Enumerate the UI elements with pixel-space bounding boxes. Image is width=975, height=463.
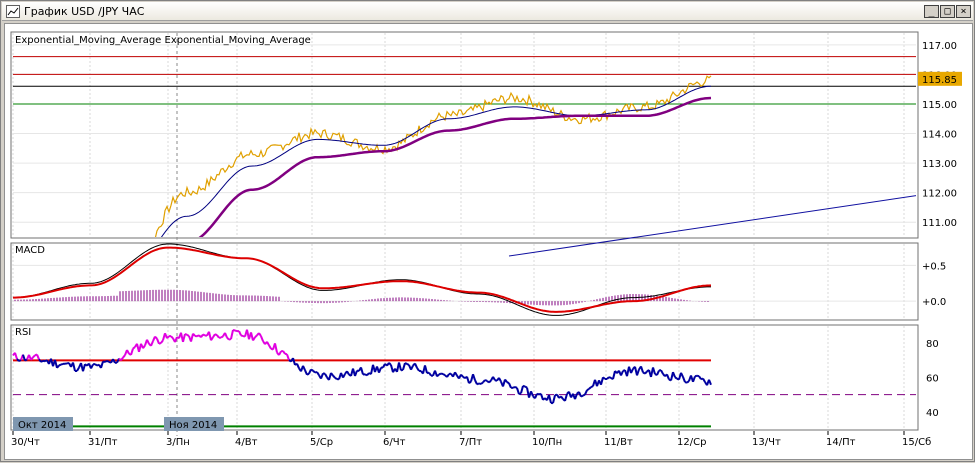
rsi-segment — [525, 387, 527, 388]
rsi-segment — [469, 382, 471, 384]
rsi-segment — [591, 386, 593, 387]
rsi-segment — [221, 336, 223, 337]
rsi-segment — [581, 396, 583, 397]
rsi-segment — [33, 355, 35, 357]
macd-tick-label: +0.0 — [922, 297, 946, 308]
price-tick-label: 113.00 — [922, 159, 957, 170]
rsi-segment — [203, 334, 205, 335]
indicator-label: Exponential_Moving_Average Exponential_M… — [15, 35, 311, 46]
rsi-segment — [59, 365, 61, 366]
rsi-segment — [311, 369, 313, 370]
rsi-segment — [133, 347, 135, 349]
price-tick-label: 114.00 — [922, 130, 957, 141]
rsi-segment — [19, 360, 21, 361]
rsi-segment — [229, 339, 231, 340]
rsi-segment — [25, 359, 27, 360]
last-price-label: 115.85 — [922, 75, 957, 86]
rsi-segment — [675, 377, 677, 379]
time-axis-label: 31/Пт — [88, 437, 118, 448]
rsi-segment — [523, 386, 525, 387]
rsi-segment — [477, 383, 479, 384]
rsi-segment — [587, 389, 589, 390]
price-tick-label: 112.00 — [922, 189, 957, 200]
time-axis-label: 13/Чт — [752, 437, 781, 448]
price-tick-label: 117.00 — [922, 41, 957, 52]
time-axis-label: 3/Пн — [166, 437, 190, 448]
rsi-segment — [313, 371, 315, 373]
time-axis-label: 15/Сб — [902, 437, 931, 448]
rsi-segment — [159, 343, 161, 344]
rsi-segment — [603, 377, 605, 379]
rsi-segment — [439, 374, 441, 375]
rsi-tick-label: 40 — [926, 408, 939, 419]
time-axis-label: 12/Ср — [677, 437, 706, 448]
rsi-segment — [61, 364, 63, 365]
rsi-segment — [241, 335, 243, 336]
rsi-segment — [405, 363, 407, 364]
rsi-segment — [107, 361, 109, 362]
rsi-segment — [589, 387, 591, 389]
rsi-segment — [583, 395, 585, 396]
rsi-segment — [437, 374, 439, 376]
rsi-segment — [443, 374, 445, 375]
time-axis-label: 5/Ср — [310, 437, 333, 448]
rsi-segment — [537, 394, 539, 395]
rsi-segment — [187, 335, 189, 336]
time-axis-label: 14/Пт — [826, 437, 856, 448]
rsi-segment — [185, 334, 187, 335]
rsi-segment — [41, 361, 43, 362]
rsi-segment — [255, 335, 257, 337]
rsi-segment — [515, 387, 517, 388]
rsi-label: RSI — [15, 327, 31, 338]
price-tick-label: 111.00 — [922, 218, 957, 229]
rsi-segment — [235, 330, 237, 331]
time-axis-label: 11/Вт — [604, 437, 633, 448]
chart-window: График USD /JPY ЧАС _ □ × 117.00116.0011… — [0, 0, 975, 462]
rsi-segment — [285, 354, 287, 355]
rsi-segment — [695, 376, 697, 377]
rsi-tick-label: 60 — [926, 374, 939, 385]
price-panel-frame — [11, 32, 918, 238]
rsi-segment — [687, 381, 689, 383]
rsi-segment — [489, 381, 491, 383]
macd-label: MACD — [15, 245, 45, 256]
rsi-tick-label: 80 — [926, 339, 939, 350]
rsi-segment — [167, 336, 169, 338]
rsi-segment — [519, 393, 521, 394]
rsi-segment — [335, 378, 337, 379]
price-tick-label: 115.00 — [922, 100, 957, 111]
rsi-segment — [215, 334, 217, 335]
rsi-segment — [481, 382, 483, 384]
time-axis-label: 7/Пт — [459, 437, 482, 448]
time-axis-label: 4/Вт — [235, 437, 258, 448]
month-badge-label: Ноя 2014 — [169, 420, 217, 431]
rsi-segment — [609, 377, 611, 378]
rsi-segment — [485, 380, 487, 381]
month-badge-label: Окт 2014 — [18, 420, 66, 431]
time-axis-label: 30/Чт — [11, 437, 40, 448]
time-axis-label: 6/Чт — [383, 437, 406, 448]
rsi-segment — [401, 370, 403, 371]
chart-svg[interactable]: 117.00116.00115.00114.00113.00112.00111.… — [1, 1, 975, 463]
rsi-segment — [307, 374, 309, 375]
macd-tick-label: +0.5 — [922, 261, 946, 272]
rsi-segment — [407, 364, 409, 365]
time-axis-label: 10/Пн — [532, 437, 562, 448]
rsi-segment — [507, 382, 509, 383]
